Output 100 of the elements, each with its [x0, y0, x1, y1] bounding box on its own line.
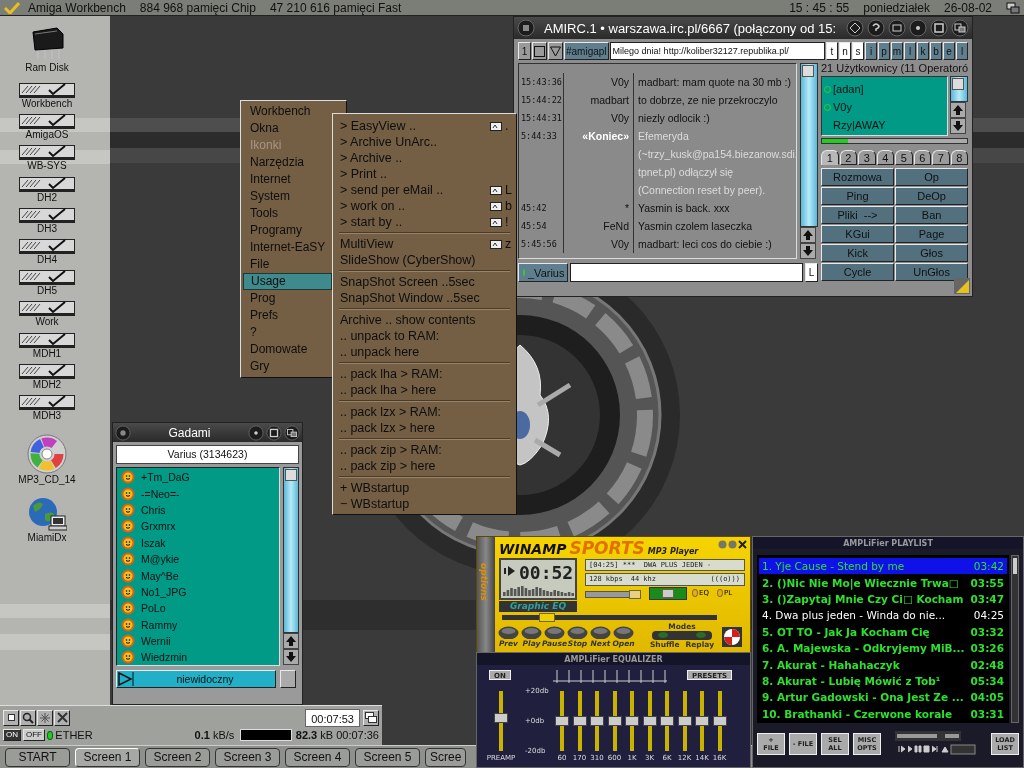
mode-button[interactable]: l — [956, 42, 968, 60]
command-button[interactable]: Ping — [821, 187, 895, 205]
cd-icon[interactable] — [27, 434, 67, 475]
mode-button[interactable]: b — [930, 42, 942, 60]
menu-item[interactable]: .. pack lzx > RAM: — [337, 404, 512, 420]
track-item[interactable]: 9. Artur Gadowski - Ona Jest Ze ... 04:05 — [759, 689, 1007, 706]
contact-item[interactable]: Grxmrx — [121, 518, 275, 535]
track-item[interactable]: 4. Dwa plus jeden - Winda do nie... 04:25 — [759, 607, 1007, 624]
contact-item[interactable]: Iszak — [121, 534, 275, 551]
help-icon[interactable] — [867, 19, 885, 37]
window-button[interactable] — [363, 709, 379, 726]
contact-item[interactable]: Wernii — [121, 632, 275, 650]
dot-icon[interactable] — [909, 19, 927, 37]
power-toggle[interactable]: ON — [3, 729, 21, 741]
menu-item[interactable]: .. pack zip > here — [337, 458, 512, 474]
menu-item[interactable]: Domowate — [243, 341, 332, 358]
tab[interactable]: 5 — [895, 150, 913, 165]
drive-icon[interactable] — [19, 207, 75, 223]
drive-icon[interactable] — [19, 363, 75, 379]
contact-item[interactable]: +Tm_DaG — [121, 469, 275, 486]
menu-item[interactable]: > work on .. b — [337, 198, 512, 214]
volume-slider[interactable] — [585, 591, 641, 598]
menu-item[interactable]: ? — [243, 324, 332, 341]
menu-item[interactable]: Usage — [243, 273, 332, 290]
mode-button[interactable]: e — [943, 42, 955, 60]
contact-item[interactable]: Chris — [121, 501, 275, 519]
depth-icon[interactable] — [1006, 1, 1020, 14]
triangle-button[interactable] — [548, 42, 563, 60]
topic-field[interactable]: Milego dnia! http://koliber32127.republika.pl/ — [609, 42, 825, 60]
drive-icon[interactable] — [19, 394, 75, 410]
user-item[interactable]: Rzy|AWAY — [824, 116, 946, 134]
menu-item[interactable]: .. unpack to RAM: — [337, 328, 512, 344]
taskbar-button[interactable]: Screen 5 — [355, 747, 420, 767]
message-input[interactable] — [570, 263, 803, 282]
asterisk-button[interactable] — [37, 709, 53, 726]
close-icon[interactable] — [738, 540, 747, 549]
command-button[interactable]: Cycle — [821, 263, 895, 281]
menu-item[interactable]: MultiView z — [337, 236, 512, 252]
command-button[interactable]: Op — [895, 168, 969, 186]
menu-item[interactable]: > Print .. — [337, 166, 512, 182]
mode-button[interactable]: m — [891, 42, 903, 60]
seek-bar[interactable] — [502, 615, 717, 620]
close-icon[interactable] — [115, 424, 131, 441]
scroll-up-icon[interactable] — [800, 227, 816, 243]
drive-icon[interactable] — [19, 238, 75, 254]
round-button-icon[interactable] — [590, 626, 611, 639]
overlap-squares-icon[interactable] — [284, 424, 300, 441]
menu-item[interactable]: .. pack lzx > here — [337, 420, 512, 436]
power-toggle[interactable]: OFF — [23, 729, 45, 741]
contact-item[interactable]: May^Be — [121, 567, 275, 584]
command-button[interactable]: Pliki --> — [821, 206, 895, 224]
square-button[interactable] — [280, 670, 296, 688]
resize-icon[interactable] — [954, 278, 970, 294]
square-button[interactable] — [532, 42, 547, 60]
menu-item[interactable]: Internet-EaSY — [243, 239, 332, 256]
menu-item[interactable]: Prog — [243, 290, 332, 307]
contact-item[interactable]: M@ykie — [121, 550, 275, 568]
menu-item[interactable]: Narzędzia — [243, 154, 332, 171]
diamond-icon[interactable] — [846, 19, 864, 37]
globe-computer-icon[interactable] — [27, 496, 67, 533]
taskbar-button[interactable]: Screen 3 — [215, 747, 280, 767]
overlap-squares-icon[interactable] — [951, 19, 969, 37]
drive-icon[interactable] — [19, 270, 75, 286]
graphic-eq-label[interactable]: Graphic EQ — [499, 601, 577, 612]
scroll-up-icon[interactable] — [950, 102, 967, 118]
scrollbar[interactable] — [1011, 555, 1019, 723]
menu-item[interactable]: + WBstartup — [337, 480, 512, 496]
scroll-down-icon[interactable] — [950, 118, 967, 134]
menu-item[interactable]: Gry — [243, 358, 332, 375]
drive-icon[interactable] — [19, 301, 75, 317]
user-item[interactable]: V0y — [824, 98, 946, 116]
menu-item[interactable]: Workbench — [243, 103, 332, 120]
track-item[interactable]: 10. Brathanki - Czerwone korale 03:31 — [759, 705, 1007, 722]
round-button-icon[interactable] — [498, 626, 519, 639]
scrollbar[interactable] — [950, 76, 969, 102]
command-button[interactable]: UnGłos — [895, 263, 969, 281]
command-button[interactable]: Kick — [821, 244, 895, 262]
close-button[interactable] — [54, 709, 70, 726]
command-button[interactable]: KGui — [821, 225, 895, 243]
mode-button[interactable]: t — [826, 42, 838, 60]
taskbar-button[interactable]: Screen 1 — [75, 747, 140, 767]
tab[interactable]: 4 — [876, 150, 895, 165]
command-button[interactable]: Rozmowa — [821, 168, 895, 186]
track-item[interactable]: 5. OT TO - Jak Ja Kocham Cię 03:32 — [759, 623, 1007, 640]
menu-item[interactable]: > Archive .. — [337, 150, 512, 166]
tab[interactable]: 2 — [839, 150, 858, 165]
contact-item[interactable]: -=Neo=- — [121, 485, 275, 502]
menu-item[interactable]: Prefs — [243, 307, 332, 324]
mode-button[interactable]: i — [865, 42, 877, 60]
mode-button[interactable]: s — [852, 42, 864, 60]
tab[interactable]: 3 — [858, 150, 876, 165]
scroll-down-icon[interactable] — [800, 243, 816, 259]
drive-icon[interactable] — [19, 332, 75, 348]
scroll-down-icon[interactable] — [283, 649, 299, 665]
mode-button[interactable]: p — [878, 42, 890, 60]
taskbar-button[interactable]: START — [5, 747, 70, 767]
dot-icon[interactable] — [248, 424, 264, 441]
scroll-up-icon[interactable] — [283, 633, 299, 649]
check-icon[interactable] — [4, 1, 20, 14]
contact-item[interactable]: PoLo — [121, 600, 275, 617]
